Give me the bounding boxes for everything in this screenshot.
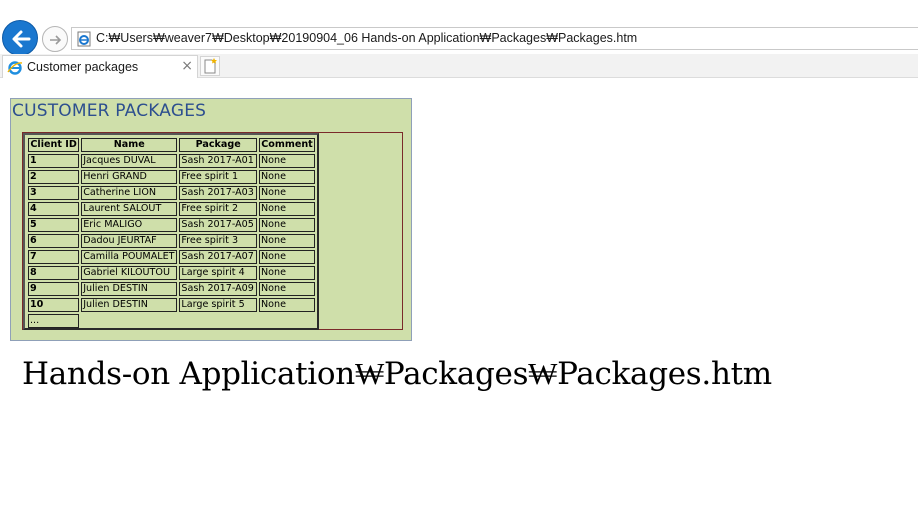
cell-name: Julien DESTIN xyxy=(81,282,178,296)
arrow-left-icon xyxy=(12,30,31,48)
cell-comment: None xyxy=(258,250,315,264)
cell-package: Large spirit 5 xyxy=(179,298,257,312)
page-icon xyxy=(77,31,91,47)
column-header-client-id: Client ID xyxy=(28,138,80,152)
cell-name: Camilla POUMALET xyxy=(81,250,178,264)
cell-client-id: 10 xyxy=(28,298,80,312)
cell-comment: None xyxy=(258,202,315,216)
table-row: 2 Henri GRAND Free spirit 1 None xyxy=(28,170,315,184)
cell-package: Sash 2017-A05 xyxy=(179,218,257,232)
table-row-ellipsis: ... xyxy=(28,314,315,328)
cell-package: Sash 2017-A07 xyxy=(179,250,257,264)
cell-name: Catherine LION xyxy=(81,186,178,200)
page-title: CUSTOMER PACKAGES xyxy=(12,101,207,121)
cell-comment: None xyxy=(258,218,315,232)
cell-comment: None xyxy=(258,154,315,168)
cell-client-id: 9 xyxy=(28,282,80,296)
new-tab-button[interactable] xyxy=(200,56,220,76)
tab-title: Customer packages xyxy=(27,60,139,74)
table-row: 5 Eric MALIGO Sash 2017-A05 None xyxy=(28,218,315,232)
table-header-row: Client ID Name Package Comment xyxy=(28,138,315,152)
column-header-name: Name xyxy=(81,138,178,152)
cell-package: Free spirit 3 xyxy=(179,234,257,248)
arrow-right-icon xyxy=(50,35,62,45)
cell-client-id: 1 xyxy=(28,154,80,168)
table-frame: Client ID Name Package Comment 1 Jacques… xyxy=(23,133,319,330)
cell-comment: None xyxy=(258,266,315,280)
cell-name: Henri GRAND xyxy=(81,170,178,184)
cell-package: Large spirit 4 xyxy=(179,266,257,280)
table-row: 7 Camilla POUMALET Sash 2017-A07 None xyxy=(28,250,315,264)
cell-package: Free spirit 2 xyxy=(179,202,257,216)
cell-client-id: 3 xyxy=(28,186,80,200)
internet-explorer-icon xyxy=(7,61,23,75)
table-outer-frame: Client ID Name Package Comment 1 Jacques… xyxy=(22,132,403,330)
cell-comment: None xyxy=(258,298,315,312)
packages-table: Client ID Name Package Comment 1 Jacques… xyxy=(26,136,317,330)
tab-strip: Customer packages × xyxy=(0,54,918,78)
table-row: 8 Gabriel KILOUTOU Large spirit 4 None xyxy=(28,266,315,280)
cell-name: Gabriel KILOUTOU xyxy=(81,266,178,280)
cell-client-id: 8 xyxy=(28,266,80,280)
address-text: C:₩Users₩weaver7₩Desktop₩20190904_06 Han… xyxy=(96,31,638,45)
cell-comment: None xyxy=(258,170,315,184)
cell-name: Jacques DUVAL xyxy=(81,154,178,168)
table-row: 1 Jacques DUVAL Sash 2017-A01 None xyxy=(28,154,315,168)
cell-ellipsis: ... xyxy=(28,314,80,328)
cell-client-id: 2 xyxy=(28,170,80,184)
table-row: 3 Catherine LION Sash 2017-A03 None xyxy=(28,186,315,200)
table-row: 10 Julien DESTIN Large spirit 5 None xyxy=(28,298,315,312)
table-row: 4 Laurent SALOUT Free spirit 2 None xyxy=(28,202,315,216)
cell-name: Julien DESTIN xyxy=(81,298,178,312)
cell-name: Laurent SALOUT xyxy=(81,202,178,216)
cell-client-id: 4 xyxy=(28,202,80,216)
path-caption: Hands-on Application₩Packages₩Packages.h… xyxy=(22,356,772,392)
cell-package: Sash 2017-A03 xyxy=(179,186,257,200)
back-button[interactable] xyxy=(2,20,38,56)
cell-comment: None xyxy=(258,234,315,248)
new-tab-icon xyxy=(204,58,217,74)
table-row: 9 Julien DESTIN Sash 2017-A09 None xyxy=(28,282,315,296)
cell-client-id: 6 xyxy=(28,234,80,248)
cell-name: Dadou JEURTAF xyxy=(81,234,178,248)
forward-button[interactable] xyxy=(42,26,68,52)
cell-client-id: 5 xyxy=(28,218,80,232)
cell-client-id: 7 xyxy=(28,250,80,264)
cell-comment: None xyxy=(258,282,315,296)
close-icon[interactable]: × xyxy=(181,58,193,74)
column-header-comment: Comment xyxy=(258,138,315,152)
cell-package: Sash 2017-A01 xyxy=(179,154,257,168)
cell-name: Eric MALIGO xyxy=(81,218,178,232)
column-header-package: Package xyxy=(179,138,257,152)
cell-package: Free spirit 1 xyxy=(179,170,257,184)
address-bar[interactable]: C:₩Users₩weaver7₩Desktop₩20190904_06 Han… xyxy=(71,27,918,50)
table-row: 6 Dadou JEURTAF Free spirit 3 None xyxy=(28,234,315,248)
tab-customer-packages[interactable]: Customer packages × xyxy=(2,55,198,78)
cell-comment: None xyxy=(258,186,315,200)
customer-packages-panel: CUSTOMER PACKAGES Client ID Name Package… xyxy=(10,98,412,341)
cell-package: Sash 2017-A09 xyxy=(179,282,257,296)
